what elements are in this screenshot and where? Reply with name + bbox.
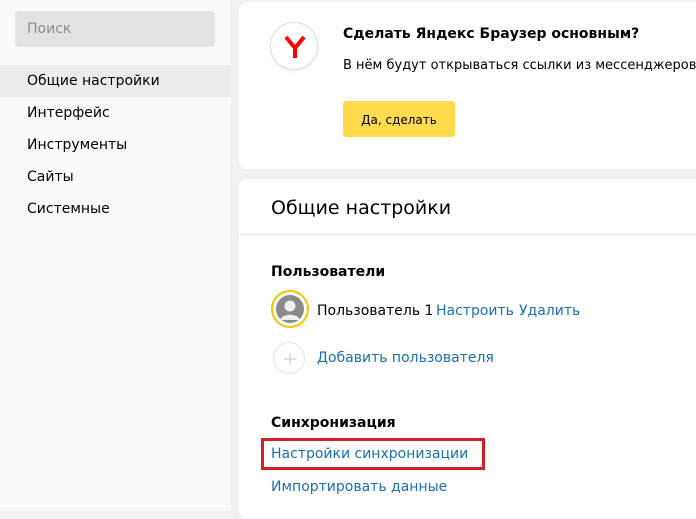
settings-nav: Общие настройки Интерфейс Инструменты Са… xyxy=(0,65,231,225)
nav-item-tools[interactable]: Инструменты xyxy=(0,129,231,161)
divider xyxy=(239,234,696,235)
general-settings-card: Общие настройки Пользователи Пользовател… xyxy=(239,179,696,519)
default-browser-promo-card: Сделать Яндекс Браузер основным? В нём б… xyxy=(239,2,696,169)
promo-description: В нём будут открываться ссылки из мессен… xyxy=(343,58,696,73)
nav-item-system[interactable]: Системные xyxy=(0,193,231,225)
nav-item-sites[interactable]: Сайты xyxy=(0,161,231,193)
yandex-browser-logo-icon xyxy=(270,22,318,70)
promo-title: Сделать Яндекс Браузер основным? xyxy=(343,26,640,42)
make-default-button[interactable]: Да, сделать xyxy=(343,101,455,137)
sync-settings-link[interactable]: Настройки синхронизации xyxy=(271,446,468,462)
settings-sidebar: Общие настройки Интерфейс Инструменты Са… xyxy=(0,0,231,511)
user-avatar[interactable] xyxy=(271,290,309,328)
add-user-icon[interactable] xyxy=(273,342,305,374)
search-input[interactable] xyxy=(15,11,215,47)
users-heading: Пользователи xyxy=(271,264,386,280)
user-silhouette-icon xyxy=(276,295,304,323)
add-user-link[interactable]: Добавить пользователя xyxy=(317,350,494,366)
import-data-link[interactable]: Импортировать данные xyxy=(271,479,447,495)
remove-user-link[interactable]: Удалить xyxy=(519,303,580,319)
configure-user-link[interactable]: Настроить xyxy=(436,303,514,319)
page-title: Общие настройки xyxy=(271,197,452,219)
user-name: Пользователь 1 xyxy=(317,303,434,319)
nav-item-interface[interactable]: Интерфейс xyxy=(0,97,231,129)
nav-item-general-settings[interactable]: Общие настройки xyxy=(0,65,231,97)
sync-heading: Синхронизация xyxy=(271,415,396,431)
